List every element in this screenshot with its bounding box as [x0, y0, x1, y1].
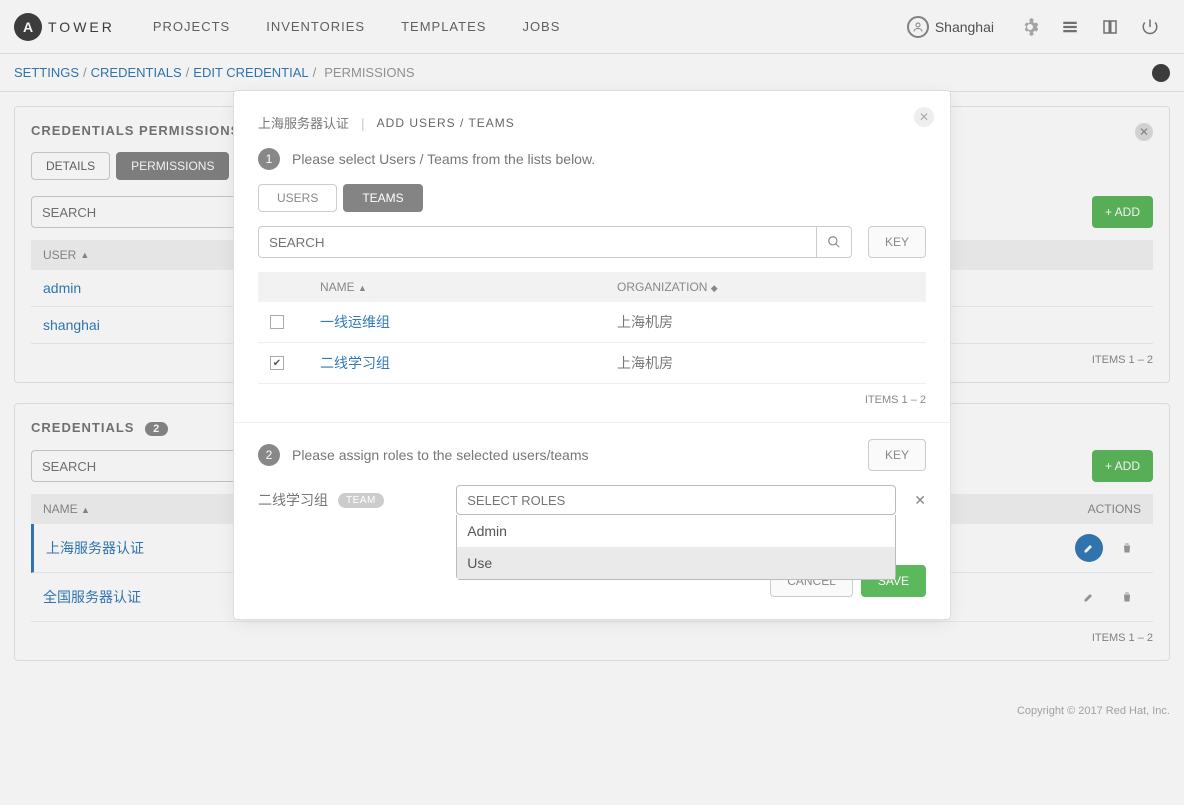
step-1-text: Please select Users / Teams from the lis…: [292, 151, 595, 167]
name-column-header[interactable]: NAME ▲: [320, 280, 617, 294]
role-option-use[interactable]: Use: [457, 547, 895, 579]
team-badge: TEAM: [338, 493, 384, 508]
role-dropdown: Admin Use: [456, 515, 896, 580]
modal-backdrop: ✕ 上海服务器认证 | ADD USERS / TEAMS 1 Please s…: [0, 0, 1184, 805]
name-header-label: NAME: [320, 280, 355, 294]
team-name-link[interactable]: 一线运维组: [320, 312, 617, 332]
team-name-link[interactable]: 二线学习组: [320, 353, 617, 373]
team-row: 一线运维组 上海机房: [258, 302, 926, 343]
team-org: 上海机房: [617, 353, 914, 373]
key-button[interactable]: KEY: [868, 439, 926, 471]
modal-search-input[interactable]: [258, 226, 816, 258]
key-button[interactable]: KEY: [868, 226, 926, 258]
modal-credential-name: 上海服务器认证: [258, 113, 349, 132]
team-checkbox[interactable]: [270, 315, 284, 329]
team-row: ✔ 二线学习组 上海机房: [258, 343, 926, 384]
modal-title-sep: |: [361, 115, 365, 131]
org-header-label: ORGANIZATION: [617, 280, 707, 294]
modal-subtitle: ADD USERS / TEAMS: [377, 116, 515, 130]
chip-users[interactable]: USERS: [258, 184, 337, 212]
role-select-input[interactable]: [456, 485, 896, 515]
close-icon[interactable]: ✕: [914, 107, 934, 127]
search-icon[interactable]: [816, 226, 852, 258]
step-1-badge: 1: [258, 148, 280, 170]
selected-team-name: 二线学习组: [258, 490, 328, 510]
role-option-admin[interactable]: Admin: [457, 515, 895, 547]
step-2-text: Please assign roles to the selected user…: [292, 447, 589, 463]
org-column-header[interactable]: ORGANIZATION ◆: [617, 280, 914, 294]
step-2-badge: 2: [258, 444, 280, 466]
items-count: ITEMS 1 – 2: [258, 394, 926, 406]
team-checkbox[interactable]: ✔: [270, 356, 284, 370]
team-org: 上海机房: [617, 312, 914, 332]
chip-teams[interactable]: TEAMS: [343, 184, 422, 212]
sort-asc-icon: ▲: [358, 283, 367, 293]
add-users-teams-modal: ✕ 上海服务器认证 | ADD USERS / TEAMS 1 Please s…: [233, 90, 951, 620]
sort-icon: ◆: [711, 283, 718, 293]
remove-selected-icon[interactable]: ✕: [914, 492, 926, 509]
